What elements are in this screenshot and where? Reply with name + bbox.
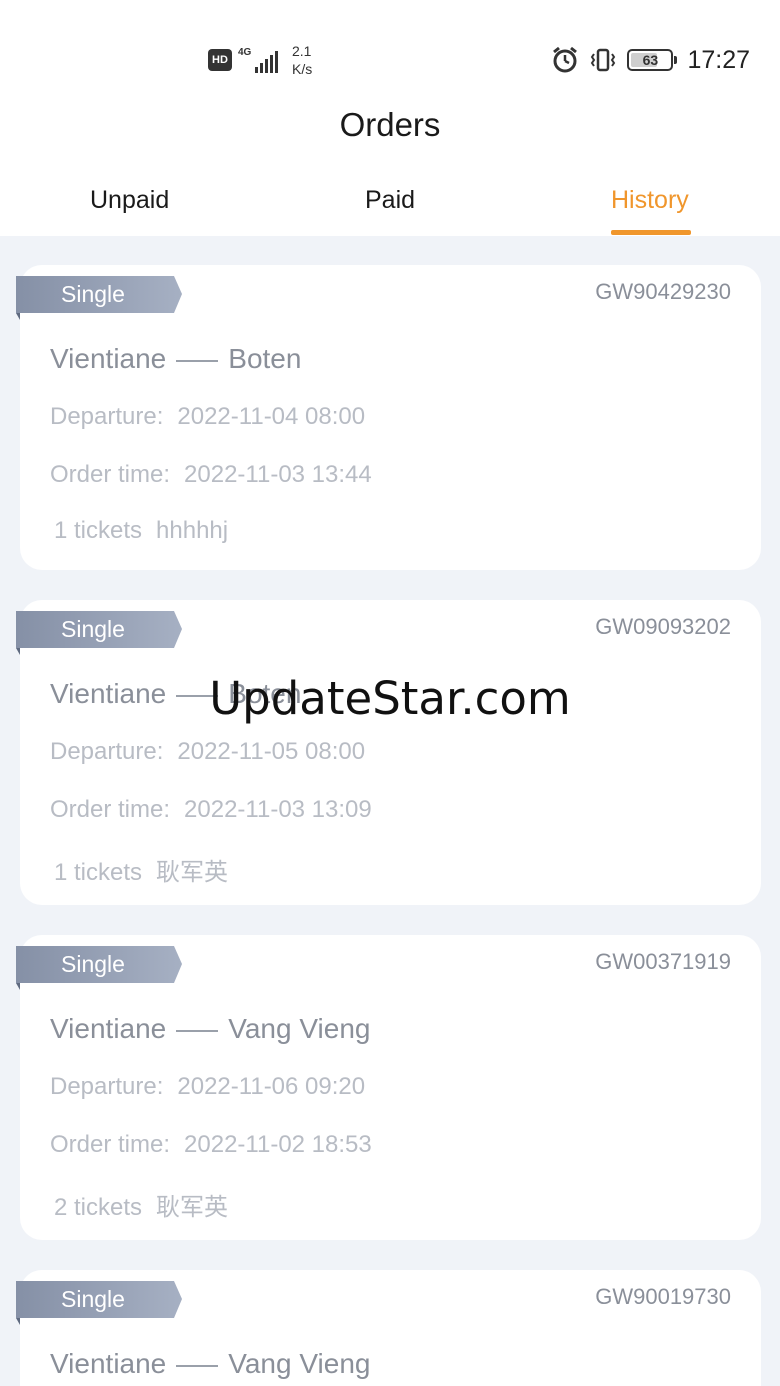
order-card[interactable]: Single GW00371919 Vientiane Vang Vieng D… bbox=[16, 935, 761, 1240]
tab-unpaid[interactable]: Unpaid bbox=[90, 186, 169, 215]
top-area: HD 4G 2.1 K/s 63 17:27 Orders Unpaid Pai… bbox=[0, 0, 780, 236]
ticket-count: 2 tickets bbox=[54, 1194, 143, 1221]
route: Vientiane Boten bbox=[50, 343, 301, 375]
order-card[interactable]: Single GW90429230 Vientiane Boten Depart… bbox=[16, 265, 761, 570]
departure-value: 2022-11-05 08:00 bbox=[177, 738, 366, 765]
order-number: GW09093202 bbox=[595, 614, 731, 639]
route-to: Boten bbox=[228, 343, 302, 374]
ticket-type-tag: Single bbox=[16, 946, 184, 990]
ticket-type-label: Single bbox=[61, 951, 125, 977]
watermark: UpdateStar.com bbox=[209, 672, 571, 725]
status-bar: HD 4G 2.1 K/s 63 17:27 bbox=[0, 0, 780, 96]
order-time-value: 2022-11-03 13:09 bbox=[184, 796, 372, 823]
vibrate-icon bbox=[591, 48, 616, 72]
order-time-line: Order time: 2022-11-02 18:53 bbox=[50, 1131, 372, 1159]
route-to: Vang Vieng bbox=[228, 1348, 371, 1379]
network-type: 4G bbox=[238, 47, 252, 58]
departure-label: Departure: bbox=[50, 403, 164, 430]
order-time-value: 2022-11-03 13:44 bbox=[184, 461, 372, 488]
tickets-line: 2 tickets 耿军英 bbox=[54, 1187, 228, 1222]
status-right: 63 17:27 bbox=[551, 40, 750, 80]
passenger-name: hhhhhj bbox=[156, 517, 229, 544]
battery-level: 63 bbox=[642, 52, 659, 68]
tab-history[interactable]: History bbox=[611, 186, 689, 215]
network-speed: 2.1 K/s bbox=[292, 42, 312, 78]
order-number: GW90429230 bbox=[595, 279, 731, 304]
route-to: Vang Vieng bbox=[228, 1013, 371, 1044]
tickets-line: 1 tickets 耿军英 bbox=[54, 852, 228, 887]
route-arrow-icon bbox=[176, 1030, 219, 1032]
ticket-type-tag: Single bbox=[16, 1281, 184, 1325]
alarm-icon bbox=[553, 46, 578, 73]
order-time-label: Order time: bbox=[50, 461, 171, 488]
order-time-label: Order time: bbox=[50, 1131, 171, 1158]
ticket-type-label: Single bbox=[61, 1286, 125, 1312]
order-number: GW00371919 bbox=[595, 949, 731, 974]
ticket-count: 1 tickets bbox=[54, 517, 143, 544]
route: Vientiane Vang Vieng bbox=[50, 1348, 370, 1380]
ticket-type-label: Single bbox=[61, 616, 125, 642]
speed-value: 2.1 bbox=[292, 43, 312, 59]
ticket-type-tag: Single bbox=[16, 611, 184, 655]
order-card[interactable]: Single GW90019730 Vientiane Vang Vieng bbox=[16, 1270, 761, 1386]
departure-line: Departure: 2022-11-06 09:20 bbox=[50, 1073, 365, 1101]
route-from: Vientiane bbox=[50, 343, 167, 374]
clock: 17:27 bbox=[687, 45, 750, 74]
order-time-line: Order time: 2022-11-03 13:09 bbox=[50, 796, 372, 824]
active-tab-indicator bbox=[611, 230, 691, 235]
departure-value: 2022-11-06 09:20 bbox=[177, 1073, 366, 1100]
ticket-type-tag: Single bbox=[16, 276, 184, 320]
hd-icon: HD bbox=[208, 49, 232, 71]
route-arrow-icon bbox=[176, 1365, 219, 1367]
passenger-name: 耿军英 bbox=[156, 1194, 229, 1221]
order-number: GW90019730 bbox=[595, 1284, 731, 1309]
tickets-line: 1 tickets hhhhhj bbox=[54, 517, 228, 545]
route-from: Vientiane bbox=[50, 1013, 167, 1044]
route-from: Vientiane bbox=[50, 1348, 167, 1379]
signal-icon: 4G bbox=[238, 47, 278, 73]
order-tabs: Unpaid Paid History bbox=[0, 178, 780, 236]
ticket-type-label: Single bbox=[61, 281, 125, 307]
order-time-label: Order time: bbox=[50, 796, 171, 823]
passenger-name: 耿军英 bbox=[156, 859, 229, 886]
order-time-value: 2022-11-02 18:53 bbox=[184, 1131, 372, 1158]
route: Vientiane Vang Vieng bbox=[50, 1013, 370, 1045]
departure-value: 2022-11-04 08:00 bbox=[177, 403, 366, 430]
ticket-count: 1 tickets bbox=[54, 859, 143, 886]
departure-line: Departure: 2022-11-04 08:00 bbox=[50, 403, 365, 431]
departure-label: Departure: bbox=[50, 1073, 164, 1100]
tab-paid[interactable]: Paid bbox=[365, 186, 415, 215]
route-arrow-icon bbox=[176, 360, 219, 362]
battery-icon: 63 bbox=[627, 49, 678, 71]
departure-line: Departure: 2022-11-05 08:00 bbox=[50, 738, 365, 766]
page-title: Orders bbox=[339, 106, 441, 143]
speed-unit: K/s bbox=[292, 61, 313, 77]
order-card[interactable]: Single GW09093202 Vientiane Boten Depart… bbox=[16, 600, 761, 905]
order-time-line: Order time: 2022-11-03 13:44 bbox=[50, 461, 372, 489]
departure-label: Departure: bbox=[50, 738, 164, 765]
status-left: HD 4G 2.1 K/s bbox=[208, 40, 312, 80]
